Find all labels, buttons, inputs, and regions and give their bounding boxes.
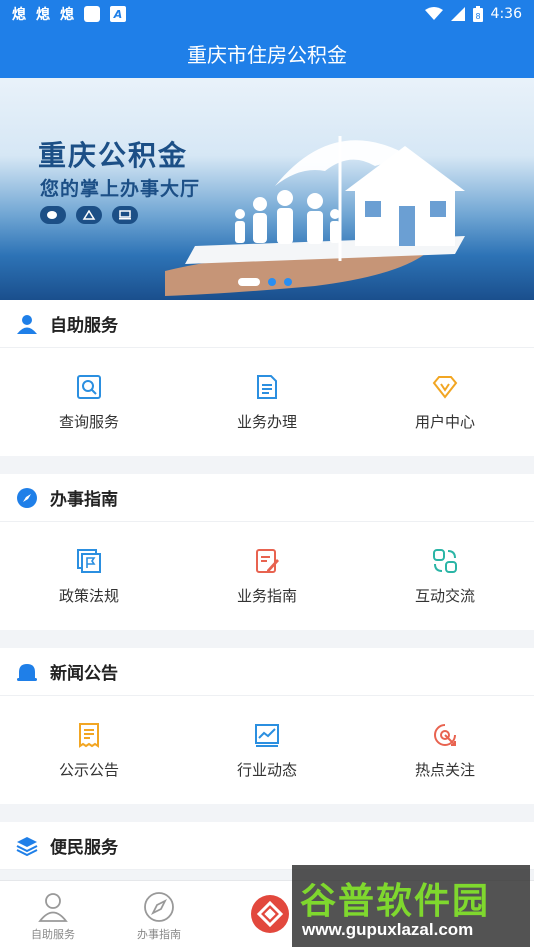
menu-item-industry-news[interactable]: 行业动态: [178, 696, 356, 804]
document-icon: [253, 373, 281, 401]
section-header: 新闻公告: [0, 648, 534, 696]
carousel-indicator: [238, 278, 292, 286]
nav-label: 办事指南: [137, 927, 181, 941]
menu-item-interaction[interactable]: 互动交流: [356, 522, 534, 630]
section-news: 新闻公告 公示公告 行业动态 热点关注: [0, 648, 534, 804]
bell-icon: [16, 661, 38, 683]
menu-item-business-guide[interactable]: 业务指南: [178, 522, 356, 630]
section-title: 便民服务: [50, 838, 118, 858]
search-doc-icon: [75, 373, 103, 401]
menu-item-label: 互动交流: [414, 586, 475, 605]
menu-item-user-center[interactable]: 用户中心: [356, 348, 534, 456]
battery-level: 8: [475, 12, 480, 21]
person-icon: [16, 313, 38, 335]
banner-carousel[interactable]: 重庆公积金 您的掌上办事大厅: [0, 78, 534, 300]
notification-glyph: 熄: [36, 7, 50, 23]
section-header: 办事指南: [0, 474, 534, 522]
menu-item-label: 政策法规: [58, 586, 119, 605]
page-title: 重庆市住房公积金: [187, 42, 347, 67]
menu-item-public-notice[interactable]: 公示公告: [0, 696, 178, 804]
banner-platform-icons: [40, 206, 138, 224]
compass-outline-icon: [142, 890, 176, 924]
nav-self-service[interactable]: 自助服务: [0, 881, 106, 950]
laptop-icon: [112, 206, 138, 224]
menu-item-label: 公示公告: [58, 760, 119, 779]
flag-docs-icon: [75, 547, 103, 575]
chart-icon: [253, 721, 281, 749]
menu-item-query-service[interactable]: 查询服务: [0, 348, 178, 456]
interaction-icon: [431, 547, 459, 575]
hot-target-icon: [431, 721, 459, 749]
menu-item-policies[interactable]: 政策法规: [0, 522, 178, 630]
menu-item-hot-topics[interactable]: 热点关注: [356, 696, 534, 804]
menu-item-label: 行业动态: [236, 760, 297, 779]
notification-glyph: 熄: [12, 7, 26, 23]
menu-item-label: 热点关注: [414, 760, 475, 779]
appstore-icon: [76, 206, 102, 224]
section-title: 新闻公告: [50, 664, 118, 684]
app-square-icon: [84, 6, 100, 22]
nav-label: 自助服务: [31, 927, 75, 941]
menu-item-label: 用户中心: [414, 412, 475, 431]
section-convenience: 便民服务: [0, 822, 534, 870]
carousel-dot[interactable]: [284, 278, 292, 286]
notification-glyph: 熄: [60, 7, 74, 23]
section-self-service: 自助服务 查询服务 业务办理 用户中心: [0, 300, 534, 456]
section-title: 办事指南: [50, 490, 118, 510]
carousel-dot[interactable]: [268, 278, 276, 286]
section-service-guide: 办事指南 政策法规 业务指南 互动交流: [0, 474, 534, 630]
compass-icon: [16, 487, 38, 509]
layers-icon: [16, 835, 38, 857]
menu-item-label: 业务指南: [236, 586, 297, 605]
menu-item-label: 查询服务: [58, 412, 119, 431]
banner-illustration: [165, 136, 465, 296]
battery-icon: 8: [472, 6, 483, 22]
status-notifications: 熄 熄 熄 A: [12, 4, 126, 24]
clock-time: 4:36: [490, 6, 522, 22]
carousel-dot[interactable]: [238, 278, 260, 286]
watermark-logo-icon: [251, 895, 289, 933]
person-outline-icon: [36, 890, 70, 924]
watermark-text: 谷普软件园: [300, 881, 491, 922]
status-bar: 熄 熄 熄 A 8 4:36: [0, 0, 534, 28]
status-system: 8 4:36: [424, 6, 522, 22]
a-badge-icon: A: [110, 6, 126, 22]
wifi-icon: [424, 7, 443, 20]
nav-service-guide[interactable]: 办事指南: [106, 881, 212, 950]
menu-item-business-handling[interactable]: 业务办理: [178, 348, 356, 456]
notice-icon: [75, 721, 103, 749]
section-header: 便民服务: [0, 822, 534, 870]
signal-icon: [450, 7, 465, 21]
section-header: 自助服务: [0, 300, 534, 348]
watermark-url: www.gupuxlazal.com: [302, 920, 474, 939]
menu-item-label: 业务办理: [236, 412, 297, 431]
edit-doc-icon: [253, 547, 281, 575]
diamond-v-icon: [431, 373, 459, 401]
section-title: 自助服务: [50, 316, 118, 336]
wechat-icon: [40, 206, 66, 224]
app-header: 重庆市住房公积金: [0, 28, 534, 78]
